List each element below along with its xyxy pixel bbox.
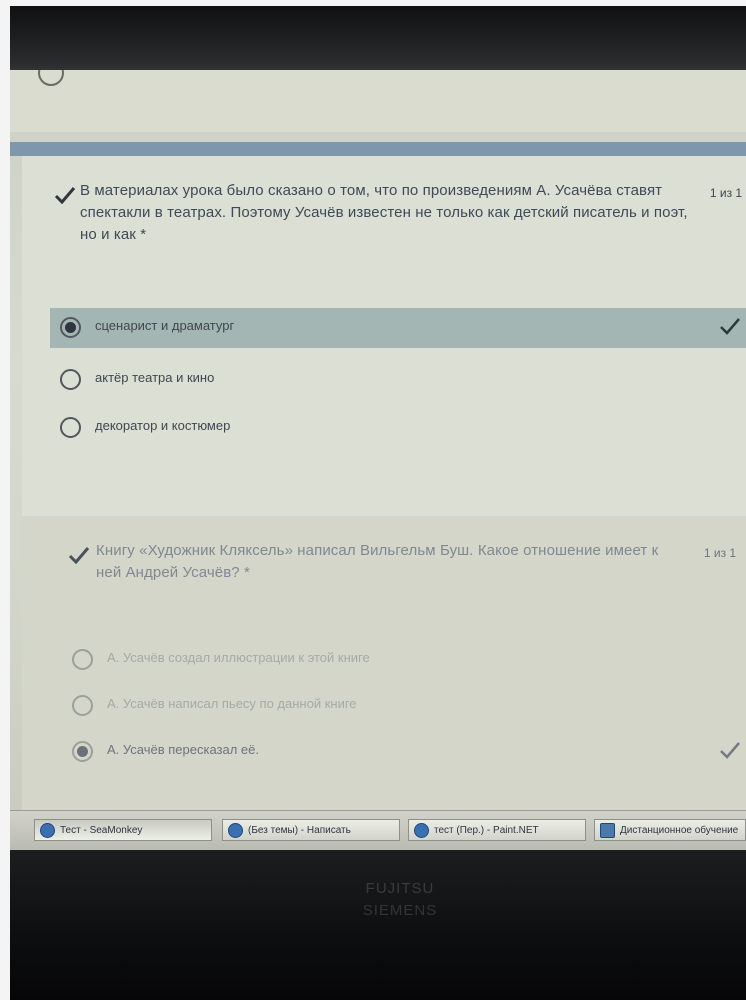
photo-frame-left <box>0 0 10 1000</box>
option-q1-3[interactable]: декоратор и костюмер <box>50 408 746 448</box>
taskbar-item-label: (Без темы) - Написать <box>248 824 351 836</box>
monitor-bezel-bottom <box>10 850 746 1000</box>
brand-logo-line1: FUJITSU <box>365 880 435 897</box>
radio-button[interactable] <box>72 695 93 716</box>
question-1-text: В материалах урока было сказано о том, ч… <box>80 182 688 243</box>
taskbar-item-window[interactable]: Дистанционное обучение <box>594 819 746 841</box>
taskbar-item-seamonkey[interactable]: Тест - SeaMonkey <box>34 819 212 841</box>
brand-logo-line2: SIEMENS <box>362 902 438 919</box>
option-label: сценарист и драматург <box>95 318 235 333</box>
previous-question-card <box>10 70 746 132</box>
window-icon <box>600 822 615 838</box>
option-label: А. Усачёв написал пьесу по данной книге <box>107 696 357 711</box>
correct-check-icon <box>720 742 740 759</box>
taskbar-item-label: тест (Пер.) - Paint.NET <box>434 824 539 836</box>
option-q2-2[interactable]: А. Усачёв написал пьесу по данной книге <box>62 686 746 726</box>
option-q2-3[interactable]: А. Усачёв пересказал её. <box>62 732 746 772</box>
correct-check-icon <box>68 547 90 565</box>
option-q1-1[interactable]: сценарист и драматург <box>50 308 746 348</box>
taskbar-item-compose[interactable]: (Без темы) - Написать <box>222 819 400 841</box>
compose-icon <box>228 822 243 838</box>
paint-icon <box>414 822 429 838</box>
correct-check-icon <box>720 318 740 335</box>
taskbar-item-label: Дистанционное обучение <box>620 824 739 836</box>
correct-check-icon <box>54 187 76 205</box>
seamonkey-icon <box>40 822 55 838</box>
question-1-points: 1 из 1 <box>709 186 743 200</box>
question-2-points: 1 из 1 <box>703 546 737 560</box>
section-header-bar <box>10 142 746 156</box>
screen: В материалах урока было сказано о том, ч… <box>10 70 746 810</box>
option-label: актёр театра и кино <box>95 370 215 385</box>
monitor-bezel-top <box>10 6 746 78</box>
radio-button-checked[interactable] <box>72 741 93 762</box>
option-label: А. Усачёв создал иллюстрации к этой книг… <box>107 650 370 665</box>
option-label: А. Усачёв пересказал её. <box>107 742 259 757</box>
option-q1-2[interactable]: актёр театра и кино <box>50 360 746 400</box>
radio-button-checked[interactable] <box>60 317 81 338</box>
windows-taskbar: Тест - SeaMonkey (Без темы) - Написать т… <box>10 810 746 851</box>
option-label: декоратор и костюмер <box>95 418 231 433</box>
radio-button[interactable] <box>72 649 93 670</box>
radio-button[interactable] <box>60 369 81 390</box>
option-q2-1[interactable]: А. Усачёв создал иллюстрации к этой книг… <box>62 640 746 680</box>
radio-button[interactable] <box>60 417 81 438</box>
taskbar-item-paint[interactable]: тест (Пер.) - Paint.NET <box>408 819 586 841</box>
radio-button[interactable] <box>38 70 64 86</box>
taskbar-item-label: Тест - SeaMonkey <box>60 824 143 836</box>
question-2-text: Книгу «Художник Кляксель» написал Вильге… <box>96 542 659 581</box>
